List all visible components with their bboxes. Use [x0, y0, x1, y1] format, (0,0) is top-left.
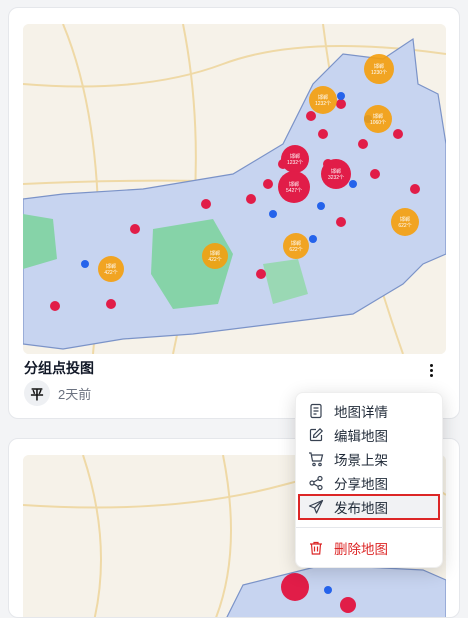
- trash-icon: [310, 541, 322, 555]
- svg-text:1232个: 1232个: [287, 160, 303, 166]
- cart-icon: [309, 452, 324, 467]
- document-icon: [310, 403, 322, 419]
- send-icon: [308, 499, 324, 514]
- more-options-button[interactable]: [423, 360, 439, 380]
- svg-text:邯郸: 邯郸: [106, 263, 116, 270]
- menu-item-label: 发布地图: [334, 501, 388, 516]
- svg-text:622个: 622个: [289, 247, 302, 253]
- avatar: 平: [24, 380, 50, 406]
- map-card[interactable]: 邯郸 1230个 邯郸 1232个 邯郸 1060个 邯郸 1232个 邯郸 3232个 …: [8, 7, 460, 419]
- map-image: 邯郸1230个 邯郸1232个 邯郸1060个 邯郸1232个 邯郸3232个 …: [23, 24, 446, 354]
- svg-text:622个: 622个: [398, 223, 411, 229]
- svg-text:邯郸: 邯郸: [290, 153, 300, 160]
- svg-text:422个: 422个: [208, 257, 221, 263]
- svg-text:邯郸: 邯郸: [374, 63, 384, 70]
- svg-text:邯郸: 邯郸: [291, 240, 301, 247]
- dot-icon: [429, 363, 433, 367]
- menu-divider: [296, 527, 442, 528]
- menu-item-label: 场景上架: [334, 453, 388, 468]
- edit-icon: [309, 427, 324, 442]
- svg-text:邯郸: 邯郸: [318, 94, 328, 101]
- updated-time: 2天前: [58, 386, 92, 402]
- menu-item-share-map[interactable]: 分享地图: [296, 471, 442, 495]
- map-title[interactable]: 分组点投图: [24, 358, 94, 378]
- map-thumbnail[interactable]: 邯郸 1230个 邯郸 1232个 邯郸 1060个 邯郸 1232个 邯郸 3232个 …: [23, 24, 446, 354]
- svg-text:5427个: 5427个: [286, 188, 302, 194]
- dot-icon: [429, 368, 433, 372]
- menu-item-delete-map[interactable]: 删除地图: [296, 536, 442, 560]
- svg-text:1232个: 1232个: [315, 101, 331, 107]
- menu-item-publish-map[interactable]: 发布地图: [298, 494, 440, 520]
- svg-text:1230个: 1230个: [371, 70, 387, 76]
- menu-item-map-details[interactable]: 地图详情: [296, 399, 442, 423]
- share-icon: [309, 475, 323, 491]
- menu-item-label: 地图详情: [334, 405, 388, 420]
- menu-item-list-scene[interactable]: 场景上架: [296, 447, 442, 471]
- svg-text:邯郸: 邯郸: [373, 113, 383, 120]
- menu-item-label: 编辑地图: [334, 429, 388, 444]
- dot-icon: [429, 373, 433, 377]
- card-meta: 平 2天前: [24, 380, 91, 406]
- svg-text:邯郸: 邯郸: [210, 250, 220, 257]
- menu-item-edit-map[interactable]: 编辑地图: [296, 423, 442, 447]
- menu-item-label: 分享地图: [334, 477, 388, 492]
- svg-text:422个: 422个: [104, 270, 117, 276]
- svg-text:邯郸: 邯郸: [331, 168, 341, 175]
- svg-text:3232个: 3232个: [328, 175, 344, 181]
- svg-text:1060个: 1060个: [370, 120, 386, 126]
- menu-item-label: 删除地图: [334, 542, 388, 557]
- context-menu: 地图详情 编辑地图 场景上架 分享地图 发布地图 删除地图: [295, 392, 443, 568]
- svg-text:邯郸: 邯郸: [289, 181, 299, 188]
- svg-text:邯郸: 邯郸: [400, 216, 410, 223]
